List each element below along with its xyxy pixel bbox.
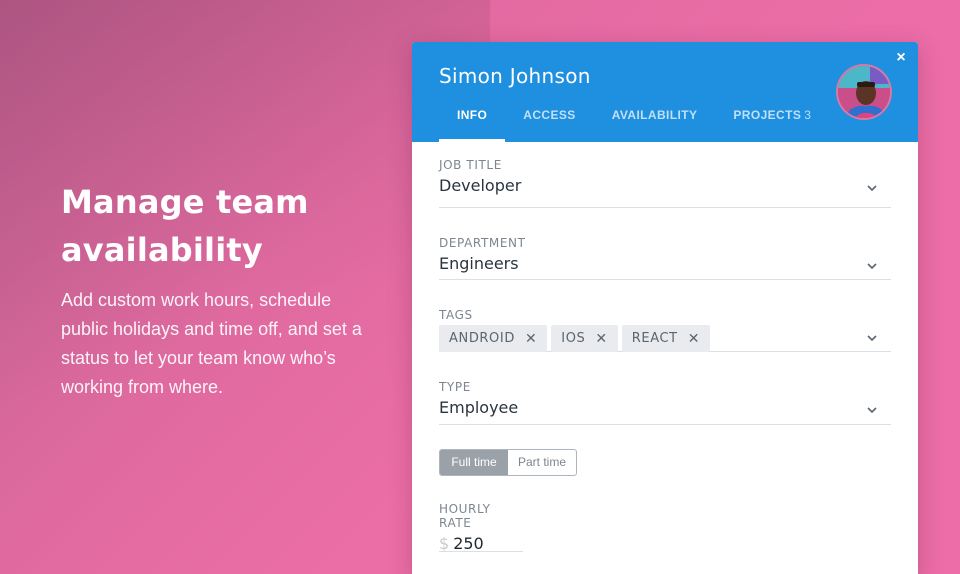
- tag-label: ANDROID: [449, 331, 515, 346]
- tab-projects[interactable]: PROJECTS 3: [733, 100, 811, 142]
- tab-availability[interactable]: AVAILABILITY: [612, 100, 698, 142]
- chevron-down-icon: [867, 263, 877, 270]
- remove-tag-icon[interactable]: ✕: [688, 331, 700, 347]
- remove-tag-icon[interactable]: ✕: [525, 331, 537, 347]
- profile-form: JOB TITLE Developer DEPARTMENT Engineers…: [412, 158, 918, 553]
- type-value: Employee: [439, 398, 519, 417]
- chevron-down-icon: [867, 185, 877, 192]
- hourly-rate-input[interactable]: $250: [439, 534, 523, 553]
- promo-section: Manage team availability Add custom work…: [61, 178, 381, 402]
- full-time-option[interactable]: Full time: [440, 450, 508, 475]
- tags-label: TAGS: [439, 308, 473, 322]
- tab-info-label: INFO: [457, 108, 488, 122]
- tag-label: IOS: [561, 331, 586, 346]
- close-button[interactable]: ×: [894, 50, 908, 66]
- chevron-down-icon[interactable]: [867, 333, 877, 343]
- tags-field[interactable]: TAGS ANDROID ✕ IOS ✕ REACT ✕: [439, 308, 891, 352]
- profile-card: Simon Johnson × INFO ACCESS AVAILABILITY: [412, 42, 918, 574]
- tab-access[interactable]: ACCESS: [523, 100, 575, 142]
- projects-count-badge: 3: [804, 108, 812, 122]
- tag-list: ANDROID ✕ IOS ✕ REACT ✕: [439, 325, 891, 352]
- hourly-rate-label: HOURLY RATE: [439, 502, 491, 530]
- tag-android: ANDROID ✕: [439, 325, 548, 352]
- employment-toggle: Full time Part time: [439, 449, 577, 476]
- job-title-select[interactable]: JOB TITLE Developer: [439, 158, 891, 208]
- profile-name: Simon Johnson: [439, 64, 591, 88]
- tab-projects-label: PROJECTS: [733, 108, 802, 122]
- department-value: Engineers: [439, 254, 519, 273]
- promo-description: Add custom work hours, schedule public h…: [61, 290, 362, 397]
- promo-heading: Manage team availability: [61, 183, 309, 269]
- department-select[interactable]: DEPARTMENT Engineers: [439, 236, 891, 280]
- chevron-down-icon: [867, 407, 877, 414]
- tag-react: REACT ✕: [621, 325, 711, 352]
- profile-tabs: INFO ACCESS AVAILABILITY PROJECTS 3: [439, 100, 847, 142]
- tab-info[interactable]: INFO: [439, 100, 506, 142]
- tab-access-label: ACCESS: [523, 108, 576, 122]
- job-title-label: JOB TITLE: [439, 158, 502, 172]
- tab-availability-label: AVAILABILITY: [611, 108, 698, 122]
- type-select[interactable]: TYPE Employee: [439, 380, 891, 425]
- job-title-value: Developer: [439, 176, 522, 195]
- currency-symbol: $: [439, 534, 450, 553]
- department-label: DEPARTMENT: [439, 236, 526, 250]
- type-label: TYPE: [439, 380, 471, 394]
- hourly-rate-value: 250: [453, 534, 484, 553]
- hourly-rate-field[interactable]: HOURLY RATE $250: [439, 502, 523, 553]
- profile-header: Simon Johnson × INFO ACCESS AVAILABILITY: [412, 42, 918, 142]
- tag-label: REACT: [631, 331, 678, 346]
- remove-tag-icon[interactable]: ✕: [595, 331, 607, 347]
- part-time-option[interactable]: Part time: [508, 450, 576, 475]
- tag-ios: IOS ✕: [551, 325, 618, 352]
